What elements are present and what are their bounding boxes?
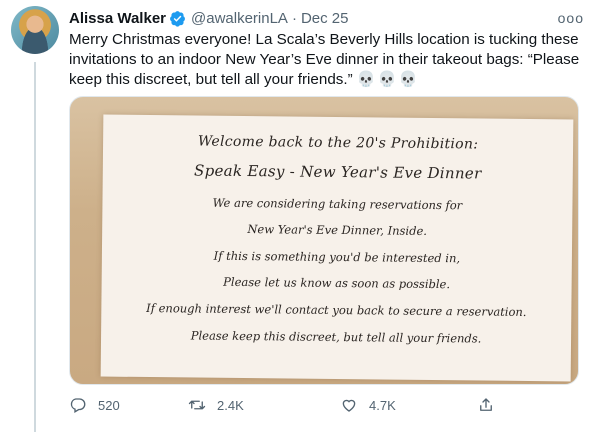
author-name[interactable]: Alissa Walker (69, 10, 166, 27)
retweet-button[interactable]: 2.4K (188, 396, 244, 414)
more-options-icon[interactable]: ooo (558, 10, 584, 26)
invitation-line: Please keep this discreet, but tell all … (190, 328, 482, 346)
share-icon (480, 398, 492, 411)
retweet-count: 2.4K (217, 397, 244, 413)
tweet-body: Merry Christmas everyone! La Scala’s Bev… (69, 31, 580, 88)
invitation-paper: Welcome back to the 20's Prohibition: Sp… (100, 114, 574, 382)
retweet-icon (188, 400, 206, 410)
tweet-header: Alissa Walker @awalkerinLA · Dec 25 ooo (69, 8, 590, 28)
separator-dot: · (291, 9, 297, 27)
heart-icon (342, 399, 356, 412)
tweet-actions: 520 2.4K 4.7K (69, 393, 569, 417)
thread-line (34, 62, 36, 432)
invitation-line: New Year's Eve Dinner, Inside. (247, 222, 428, 238)
reply-button[interactable]: 520 (69, 396, 120, 414)
tweet-photo[interactable]: Welcome back to the 20's Prohibition: Sp… (69, 96, 579, 385)
reply-count: 520 (98, 397, 120, 413)
tweet-date[interactable]: Dec 25 (301, 10, 349, 27)
tweet-text: Merry Christmas everyone! La Scala’s Bev… (69, 30, 589, 90)
invitation-line: Speak Easy - New Year's Eve Dinner (193, 161, 482, 183)
invitation-line: Please let us know as soon as possible. (223, 274, 451, 292)
like-button[interactable]: 4.7K (340, 396, 396, 414)
author-handle[interactable]: @awalkerinLA (191, 10, 288, 27)
avatar[interactable] (11, 6, 59, 54)
skull-emoji: 💀💀💀 (356, 71, 420, 88)
verified-badge-icon (169, 10, 186, 27)
like-count: 4.7K (369, 397, 396, 413)
reply-icon (70, 398, 86, 413)
invitation-line: If enough interest we'll contact you bac… (146, 301, 527, 319)
invitation-line: We are considering taking reservations f… (212, 195, 463, 213)
invitation-line: Welcome back to the 20's Prohibition: (197, 133, 479, 153)
invitation-line: If this is something you'd be interested… (213, 248, 461, 266)
share-button[interactable] (477, 396, 506, 414)
